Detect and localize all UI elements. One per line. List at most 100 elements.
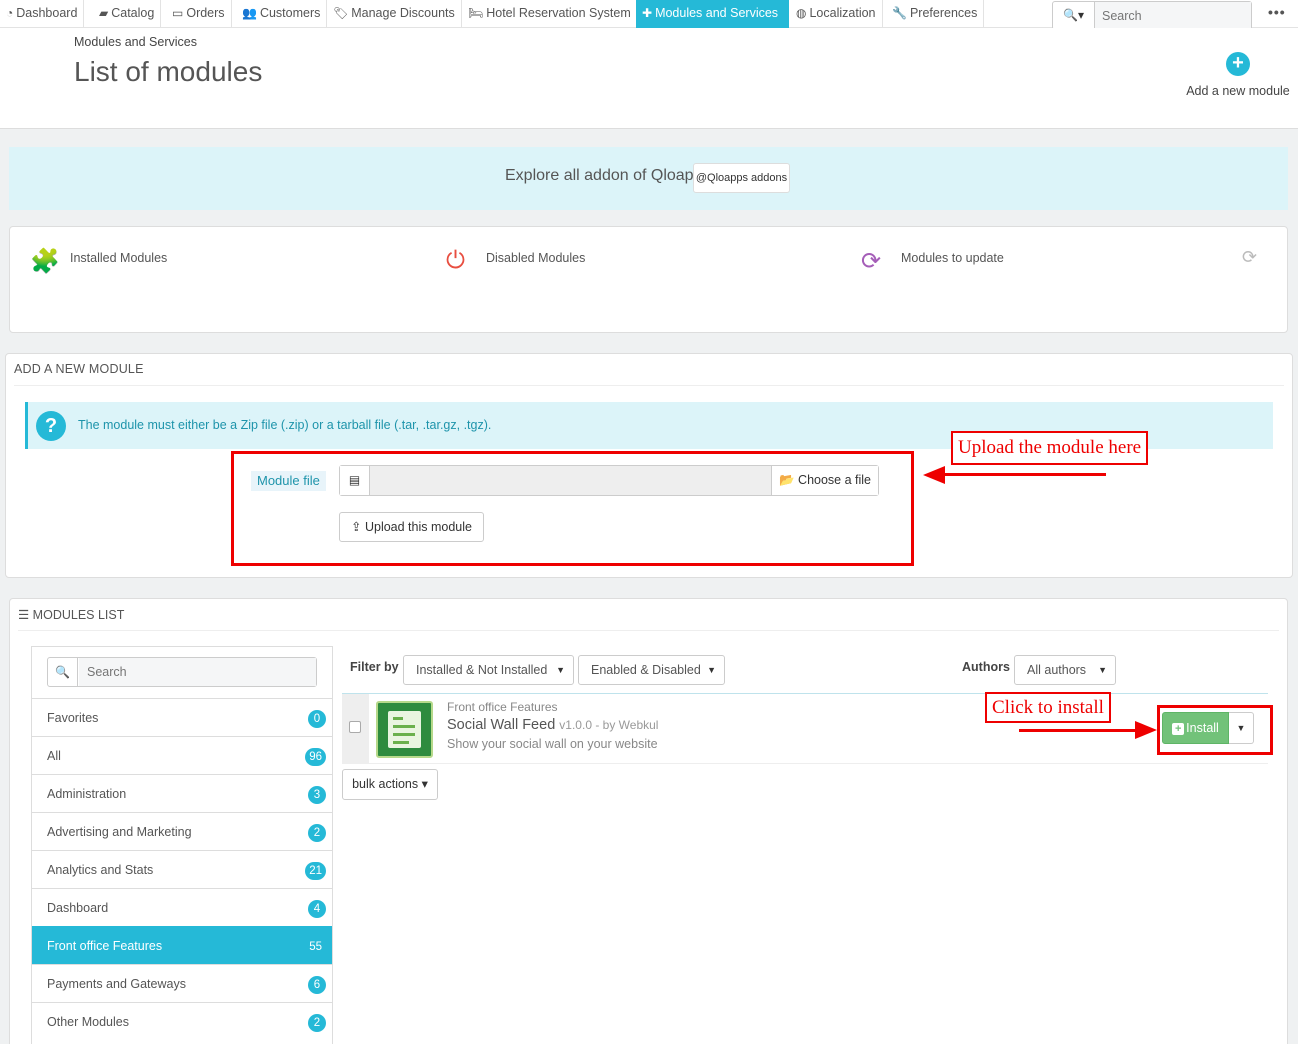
modules-to-update-label: Modules to update bbox=[901, 251, 1004, 265]
install-arrow-head-icon bbox=[1135, 721, 1157, 739]
bed-icon: 🛏 bbox=[468, 6, 484, 20]
category-advertising-and-marketing[interactable]: Advertising and Marketing 2 bbox=[32, 812, 332, 850]
category-other-modules[interactable]: Other Modules 2 bbox=[32, 1002, 332, 1040]
nav-label: Orders bbox=[186, 6, 225, 20]
divider bbox=[14, 385, 1284, 386]
addons-text: Explore all addon of Qloapps bbox=[505, 167, 711, 184]
category-count-badge: 2 bbox=[308, 1014, 326, 1032]
enabled-status-filter[interactable]: Enabled & Disabled ▼ bbox=[578, 655, 725, 685]
disabled-modules-label: Disabled Modules bbox=[486, 251, 586, 265]
module-description: Show your social wall on your website bbox=[447, 737, 658, 751]
add-circle-icon: + bbox=[1226, 52, 1250, 76]
logo-line bbox=[393, 733, 415, 736]
install-annotation-label: Click to install bbox=[985, 692, 1111, 723]
qloapps-addons-button[interactable]: @Qloapps addons bbox=[693, 163, 790, 193]
nav-catalog[interactable]: ▰ Catalog bbox=[93, 0, 162, 28]
dashboard-icon: ◔ bbox=[6, 6, 14, 20]
more-icon[interactable]: ••• bbox=[1268, 4, 1286, 20]
book-icon: ▰ bbox=[99, 6, 109, 20]
nav-orders[interactable]: ▭ Orders bbox=[166, 0, 232, 28]
search-icon: 🔍 bbox=[48, 658, 78, 686]
nav-label: Dashboard bbox=[16, 6, 78, 20]
add-new-module-button[interactable]: + Add a new module bbox=[1180, 52, 1296, 98]
page-header: Modules and Services List of modules + A… bbox=[0, 28, 1298, 129]
category-label: All bbox=[47, 749, 61, 763]
caret-down-icon: ▼ bbox=[556, 665, 565, 675]
breadcrumb[interactable]: Modules and Services bbox=[74, 35, 197, 49]
info-message: The module must either be a Zip file (.z… bbox=[78, 418, 492, 432]
module-name-text: Social Wall Feed bbox=[447, 717, 556, 733]
category-count-badge: 21 bbox=[305, 862, 326, 880]
add-new-module-label: Add a new module bbox=[1186, 84, 1290, 98]
installed-modules-label: Installed Modules bbox=[70, 251, 168, 265]
category-label: Front office Features bbox=[47, 939, 163, 953]
filter-by-label: Filter by bbox=[350, 660, 399, 674]
category-list: 🔍 Favorites 0 All 96 Administration 3 Adver… bbox=[31, 646, 333, 1044]
category-payments-and-gateways[interactable]: Payments and Gateways 6 bbox=[32, 964, 332, 1002]
category-analytics-and-stats[interactable]: Analytics and Stats 21 bbox=[32, 850, 332, 888]
tags-icon: 🏷 bbox=[333, 6, 349, 20]
puzzle-icon: 🧩 bbox=[30, 248, 60, 275]
nav-hotel-reservation[interactable]: 🛏 Hotel Reservation System bbox=[462, 0, 638, 28]
category-administration[interactable]: Administration 3 bbox=[32, 774, 332, 812]
search-icon[interactable]: 🔍▾ bbox=[1053, 2, 1095, 29]
module-version: v1.0.0 - by Webkul bbox=[559, 718, 659, 732]
upload-annotation-arrow-line bbox=[940, 473, 1106, 476]
category-dashboard[interactable]: Dashboard 4 bbox=[32, 888, 332, 926]
logo-line bbox=[393, 717, 403, 720]
category-all[interactable]: All 96 bbox=[32, 736, 332, 774]
authors-filter[interactable]: All authors ▼ bbox=[1014, 655, 1116, 685]
upload-arrow-head-icon bbox=[923, 466, 945, 484]
divider bbox=[18, 630, 1279, 631]
wrench-icon: 🔧 bbox=[892, 6, 907, 20]
logo-line bbox=[393, 725, 415, 728]
bulk-actions-button[interactable]: bulk actions ▾ bbox=[342, 769, 438, 800]
category-count-badge: 6 bbox=[308, 976, 326, 994]
caret-down-icon: ▼ bbox=[1098, 665, 1107, 675]
modules-list-heading: ☰ MODULES LIST bbox=[18, 608, 125, 622]
category-count-badge: 96 bbox=[305, 748, 326, 766]
globe-icon: ◍ bbox=[796, 6, 807, 20]
category-label: Favorites bbox=[47, 711, 99, 725]
users-icon: 👥 bbox=[242, 6, 257, 20]
category-search-input[interactable] bbox=[79, 658, 316, 686]
category-label: Other Modules bbox=[47, 1015, 129, 1029]
page-title: List of modules bbox=[74, 56, 263, 87]
install-status-filter[interactable]: Installed & Not Installed ▼ bbox=[403, 655, 574, 685]
nav-label: Catalog bbox=[111, 6, 155, 20]
nav-label: Preferences bbox=[909, 6, 978, 20]
reload-icon[interactable]: ⟳ bbox=[1242, 247, 1257, 268]
module-stats-panel: 🧩 Installed Modules ⏻ Disabled Modules ⟳… bbox=[9, 226, 1288, 333]
logo-line bbox=[393, 741, 409, 744]
top-navigation: ◔ Dashboard ▰ Catalog ▭ Orders 👥 Customers 🏷… bbox=[0, 0, 1298, 30]
install-annotation-arrow-line bbox=[1019, 729, 1139, 732]
search-input[interactable] bbox=[1095, 2, 1251, 29]
category-count-badge: 3 bbox=[308, 786, 326, 804]
nav-preferences[interactable]: 🔧 Preferences bbox=[886, 0, 985, 28]
category-count-badge: 0 bbox=[308, 710, 326, 728]
nav-dashboard[interactable]: ◔ Dashboard bbox=[0, 0, 85, 28]
install-highlight-box bbox=[1157, 705, 1273, 755]
authors-label: Authors bbox=[962, 660, 1010, 674]
nav-localization[interactable]: ◍ Localization bbox=[790, 0, 883, 28]
nav-label: Manage Discounts bbox=[351, 6, 455, 20]
module-checkbox[interactable] bbox=[349, 721, 361, 733]
refresh-icon: ⟳ bbox=[861, 248, 882, 275]
nav-modules-and-services[interactable]: ✚ Modules and Services bbox=[636, 0, 789, 28]
question-icon: ? bbox=[36, 411, 66, 441]
nav-label: Localization bbox=[809, 6, 876, 20]
category-front-office-features[interactable]: Front office Features 55 bbox=[32, 926, 332, 964]
category-count-badge: 4 bbox=[308, 900, 326, 918]
panel-heading: ADD A NEW MODULE bbox=[14, 362, 144, 376]
power-icon: ⏻ bbox=[446, 247, 465, 274]
nav-label: Modules and Services bbox=[655, 6, 779, 20]
nav-customers[interactable]: 👥 Customers bbox=[236, 0, 328, 28]
select-value: Installed & Not Installed bbox=[416, 663, 548, 677]
category-label: Dashboard bbox=[47, 901, 109, 915]
nav-manage-discounts[interactable]: 🏷 Manage Discounts bbox=[327, 0, 462, 28]
nav-label: Customers bbox=[259, 6, 321, 20]
credit-card-icon: ▭ bbox=[172, 6, 184, 20]
module-category: Front office Features bbox=[447, 700, 558, 714]
category-favorites[interactable]: Favorites 0 bbox=[32, 698, 332, 736]
category-label: Analytics and Stats bbox=[47, 863, 154, 877]
